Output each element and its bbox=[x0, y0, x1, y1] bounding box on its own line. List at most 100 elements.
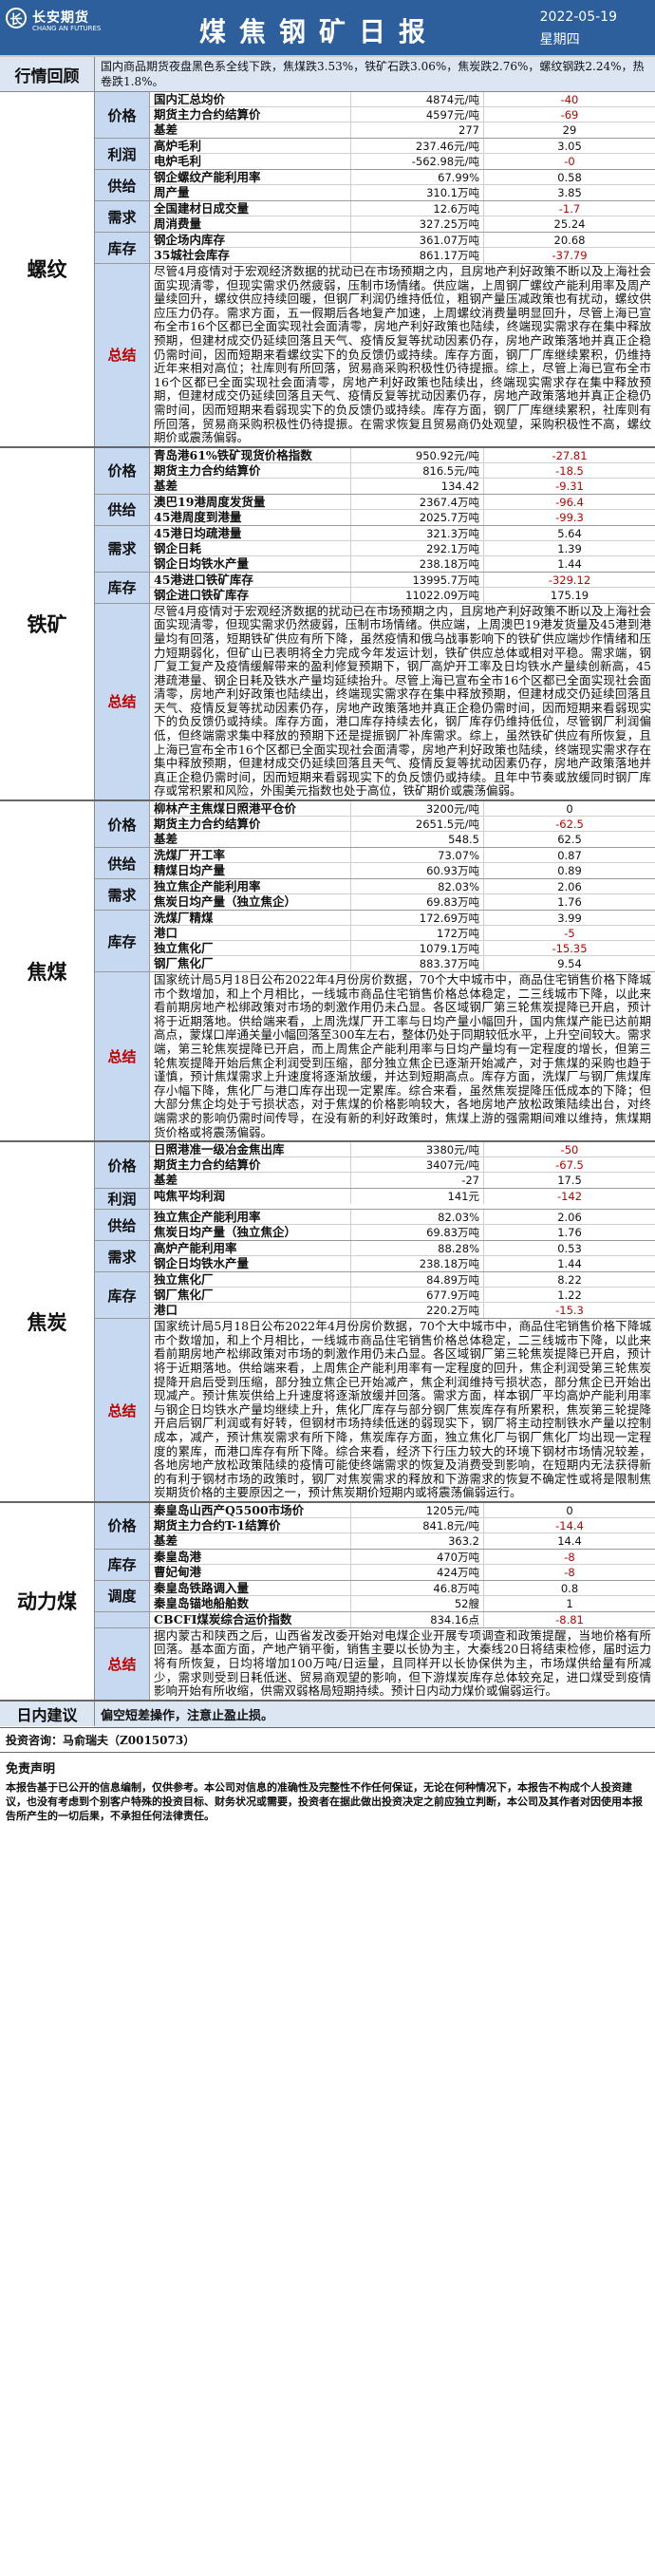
metric-change: 1.39 bbox=[557, 541, 582, 555]
metric-change: 1 bbox=[566, 1596, 573, 1610]
metric-row: 全国建材日成交量 12.6万吨 -1.7 bbox=[150, 201, 655, 216]
metric-value: 363.2 bbox=[351, 1532, 484, 1549]
metric-row: 期货主力合约结算价 3407元/吨 -67.5 bbox=[150, 1157, 655, 1174]
metric-group: 库存 独立焦化厂 84.89万吨 8.22 钢厂焦化厂 677.9万吨 1.22 港口 220.… bbox=[95, 1272, 655, 1320]
metric-value: 220.2万吨 bbox=[351, 1303, 484, 1319]
metric-name: 期货主力合约结算价 bbox=[150, 107, 351, 122]
metric-value: 361.07万吨 bbox=[351, 233, 484, 247]
section-label: 焦炭 bbox=[0, 1142, 95, 1501]
metric-name: 柳林产主焦煤日照港平仓价 bbox=[150, 801, 351, 817]
metric-rows: 高炉产能利用率 88.28% 0.53 钢企日均铁水产量 238.18万吨 1.44 bbox=[150, 1241, 655, 1272]
metric-change: -99.3 bbox=[555, 510, 584, 524]
metric-value: 816.5元/吨 bbox=[351, 462, 484, 478]
metric-rows: 钢企场内库存 361.07万吨 20.68 35城社会库存 861.17万吨 -37.79 bbox=[150, 233, 655, 263]
metric-change: 0.89 bbox=[557, 864, 582, 878]
summary-label: 总结 bbox=[95, 1319, 150, 1501]
metric-name: 曹妃甸港 bbox=[150, 1564, 351, 1580]
metric-rows: 钢企螺纹产能利用率 67.99% 0.58 周产量 310.1万吨 3.85 bbox=[150, 170, 655, 200]
metric-name: 期货主力合约结算价 bbox=[150, 462, 351, 478]
metric-change: 0.87 bbox=[557, 849, 582, 863]
metric-row: 秦皇岛山西产Q5500市场价 1205元/吨 0 bbox=[150, 1502, 655, 1518]
metric-value: 172万吨 bbox=[351, 926, 484, 941]
summary-block: 总结 尽管4月疫情对于宏观经济数据的扰动已在市场预期之内，且房地产利好政策不断以及… bbox=[95, 264, 655, 446]
metric-change: -0 bbox=[564, 155, 575, 168]
metric-group: 价格 秦皇岛山西产Q5500市场价 1205元/吨 0 期货主力合约T-1结算价 841.… bbox=[95, 1502, 655, 1550]
metric-group: 需求 全国建材日成交量 12.6万吨 -1.7 周消费量 327.25万吨 25.24 bbox=[95, 201, 655, 233]
metric-value: 3380元/吨 bbox=[351, 1142, 484, 1157]
metric-row: 35城社会库存 861.17万吨 -37.79 bbox=[150, 248, 655, 263]
metric-name: 高炉产能利用率 bbox=[150, 1241, 351, 1256]
market-review-text: 国内商品期货夜盘黑色系全线下跌，焦煤跌3.53%，铁矿石跌3.06%，焦炭跌2.… bbox=[95, 57, 655, 91]
metric-value: 861.17万吨 bbox=[351, 248, 484, 263]
metric-rows: 高炉毛利 237.46元/吨 3.05 电炉毛利 -562.98元/吨 -0 bbox=[150, 139, 655, 169]
group-category: 供给 bbox=[95, 494, 150, 525]
metric-row: 焦炭日均产量（独立焦企） 69.83万吨 1.76 bbox=[150, 1225, 655, 1241]
metric-value: 4597元/吨 bbox=[351, 107, 484, 122]
metric-value: -27 bbox=[351, 1173, 484, 1189]
group-category: 利润 bbox=[95, 139, 150, 169]
metric-value: 84.89万吨 bbox=[351, 1272, 484, 1288]
metric-name: 焦炭日均产量（独立焦企） bbox=[150, 1225, 351, 1241]
summary-text: 国家统计局5月18日公布2022年4月份房价数据，70个大中城市中，商品住宅销售… bbox=[154, 972, 651, 1139]
metric-name: 吨焦平均利润 bbox=[150, 1189, 351, 1205]
section-body: 价格 柳林产主焦煤日照港平仓价 3200元/吨 0 期货主力合约结算价 2651.5元/吨… bbox=[95, 801, 655, 1141]
metric-change: 29 bbox=[562, 123, 577, 137]
metric-name: 45港日均疏港量 bbox=[150, 525, 351, 540]
metric-value: 4874元/吨 bbox=[351, 92, 484, 106]
daily-advice: 日内建议 偏空短差操作，注意止盈止损。 bbox=[0, 1701, 655, 1728]
metric-name: 基差 bbox=[150, 1532, 351, 1549]
metric-name: 秦皇岛港 bbox=[150, 1549, 351, 1564]
group-category: 利润 bbox=[95, 1189, 150, 1210]
report-header: 长 长安期货 CHANG AN FUTURES 煤焦钢矿日报 2022-05-1… bbox=[0, 0, 655, 57]
group-category bbox=[95, 1611, 150, 1627]
metric-change: 20.68 bbox=[553, 234, 586, 247]
metric-change: 2.06 bbox=[557, 1211, 582, 1225]
group-category: 需求 bbox=[95, 879, 150, 911]
metric-name: 钢企日耗 bbox=[150, 540, 351, 555]
metric-group: 库存 洗煤厂精煤 172.69万吨 3.99 港口 172万吨 -5 独立焦化厂 1079.1万… bbox=[95, 911, 655, 973]
metric-change: 14.4 bbox=[557, 1533, 582, 1548]
group-category: 供给 bbox=[95, 170, 150, 200]
metric-row: 独立焦化厂 1079.1万吨 -15.35 bbox=[150, 941, 655, 957]
group-category: 库存 bbox=[95, 1272, 150, 1319]
metric-value: 470万吨 bbox=[351, 1549, 484, 1564]
company-name-en: CHANG AN FUTURES bbox=[32, 25, 102, 32]
metric-name: 钢厂焦化厂 bbox=[150, 1288, 351, 1303]
metric-rows: 澳巴19港周度发货量 2367.4万吨 -96.4 45港周度到港量 2025.7万吨 -… bbox=[150, 494, 655, 525]
summary-block: 总结 国家统计局5月18日公布2022年4月份房价数据，70个大中城市中，商品住宅… bbox=[95, 1319, 655, 1501]
metric-change: -14.4 bbox=[555, 1518, 584, 1532]
metric-value: 3407元/吨 bbox=[351, 1157, 484, 1173]
metric-name: 独立焦企产能利用率 bbox=[150, 1210, 351, 1225]
metric-value: 73.07% bbox=[351, 848, 484, 863]
metric-change: -142 bbox=[556, 1190, 583, 1204]
metric-name: 洗煤厂精煤 bbox=[150, 911, 351, 926]
metric-rows: 洗煤厂精煤 172.69万吨 3.99 港口 172万吨 -5 独立焦化厂 1079.1万吨 -… bbox=[150, 911, 655, 972]
metric-row: 45港日均疏港量 321.3万吨 5.64 bbox=[150, 525, 655, 541]
metric-change: -5 bbox=[564, 927, 575, 941]
metric-name: 钢企场内库存 bbox=[150, 233, 351, 247]
metric-change: 9.54 bbox=[557, 957, 582, 971]
metric-row: 国内汇总均价 4874元/吨 -40 bbox=[150, 92, 655, 107]
metric-group: 需求 独立焦企产能利用率 82.03% 2.06 焦炭日均产量（独立焦企） 69.83万吨… bbox=[95, 879, 655, 912]
metric-row: 期货主力合约T-1结算价 841.8元/吨 -14.4 bbox=[150, 1517, 655, 1533]
metric-value: 172.69万吨 bbox=[351, 911, 484, 926]
metric-group: 利润 高炉毛利 237.46元/吨 3.05 电炉毛利 -562.98元/吨 -0 bbox=[95, 139, 655, 170]
metric-change: 1.76 bbox=[557, 895, 582, 910]
metric-value: 134.42 bbox=[351, 478, 484, 494]
group-category: 供给 bbox=[95, 848, 150, 879]
metric-change: 0 bbox=[566, 1503, 573, 1517]
metric-value: 277 bbox=[351, 122, 484, 138]
summary-label: 总结 bbox=[95, 603, 150, 800]
metric-rows: 秦皇岛铁路调入量 46.8万吨 0.8 秦皇岛锚地船舶数 52艘 1 bbox=[150, 1580, 655, 1611]
metric-row: 期货主力合约结算价 4597元/吨 -69 bbox=[150, 107, 655, 122]
date-text: 2022-05-19 bbox=[539, 9, 617, 25]
metric-value: 52艘 bbox=[351, 1595, 484, 1611]
metric-value: 2025.7万吨 bbox=[351, 509, 484, 525]
summary-text: 尽管4月疫情对于宏观经济数据的扰动已在市场预期之内，且房地产利好政策不断以及上海… bbox=[154, 264, 651, 445]
company-logo-icon: 长 bbox=[6, 8, 27, 28]
metric-change: -329.12 bbox=[548, 573, 591, 587]
metric-name: 基差 bbox=[150, 832, 351, 848]
metric-row: 45港进口铁矿库存 13995.7万吨 -329.12 bbox=[150, 572, 655, 588]
metric-name: 独立焦化厂 bbox=[150, 1272, 351, 1288]
metric-group: 需求 45港日均疏港量 321.3万吨 5.64 钢企日耗 292.1万吨 1.39 钢企日均… bbox=[95, 525, 655, 573]
